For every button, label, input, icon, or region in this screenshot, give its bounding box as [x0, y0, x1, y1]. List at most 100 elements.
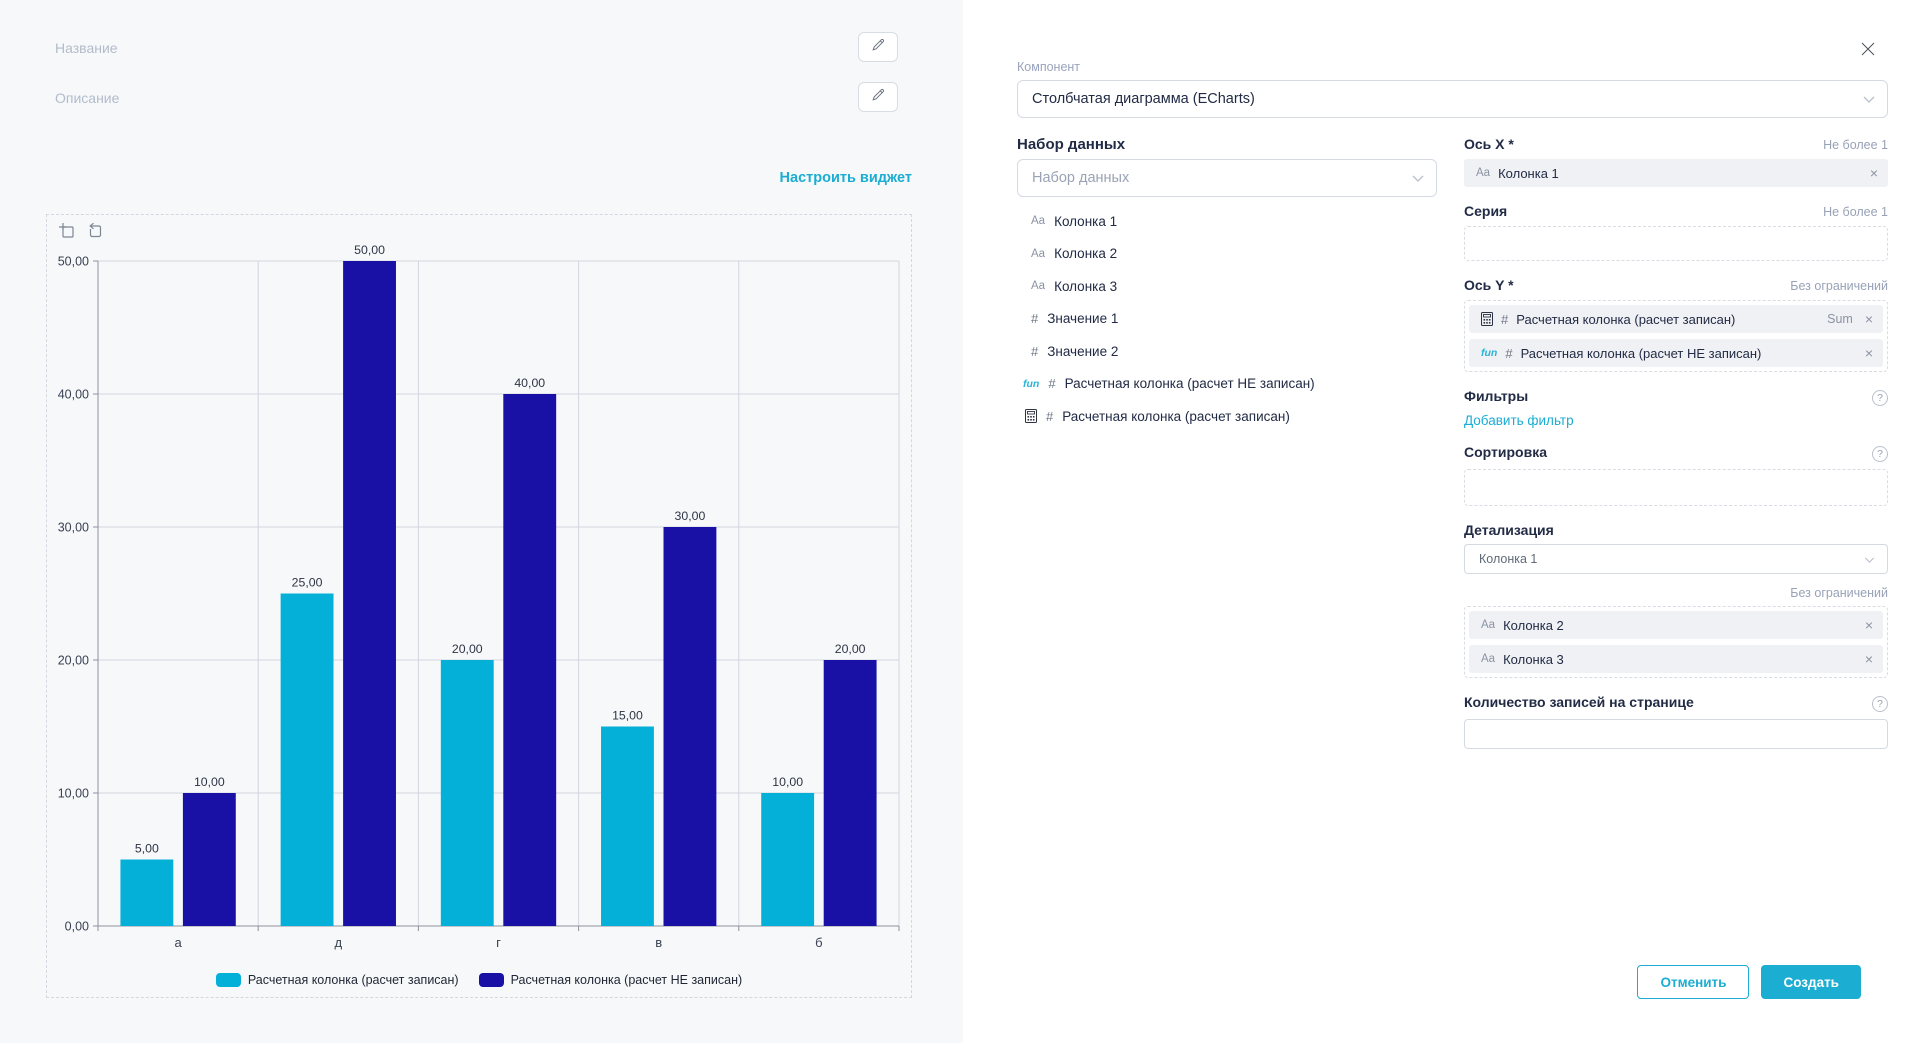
- bar-chart: 0,0010,0020,0030,0040,0050,00адгвб5,0025…: [47, 215, 911, 960]
- add-filter-link[interactable]: Добавить фильтр: [1464, 413, 1574, 428]
- remove-icon[interactable]: ×: [1865, 312, 1873, 326]
- edit-description-button[interactable]: [858, 82, 898, 112]
- pencil-icon: [871, 37, 886, 57]
- dataset-item-column1[interactable]: Aa Колонка 1: [1017, 205, 1437, 238]
- page-size-title: Количество записей на странице: [1464, 694, 1694, 710]
- dataset-item-label: Расчетная колонка (расчет записан): [1062, 409, 1290, 424]
- configure-widget-link[interactable]: Настроить виджет: [780, 170, 912, 186]
- detail-dropzone[interactable]: Aa Колонка 2 × Aa Колонка 3 ×: [1464, 606, 1888, 678]
- svg-text:0,00: 0,00: [65, 920, 89, 934]
- chevron-down-icon: [1863, 91, 1875, 107]
- dataset-select[interactable]: Набор данных: [1017, 159, 1437, 197]
- aggregation-badge[interactable]: Sum: [1827, 312, 1853, 326]
- svg-text:50,00: 50,00: [354, 243, 385, 257]
- detail-chip-column3[interactable]: Aa Колонка 3 ×: [1469, 645, 1883, 673]
- x-axis-title: Ось X *: [1464, 136, 1514, 152]
- dataset-item-label: Расчетная колонка (расчет НЕ записан): [1065, 376, 1315, 391]
- remove-icon[interactable]: ×: [1865, 652, 1873, 666]
- help-icon[interactable]: ?: [1872, 446, 1888, 462]
- component-select-value: Столбчатая диаграмма (ECharts): [1032, 91, 1255, 107]
- close-icon[interactable]: [1859, 40, 1879, 60]
- dataset-item-label: Значение 1: [1047, 311, 1118, 326]
- dataset-item-label: Колонка 3: [1054, 279, 1117, 294]
- widget-preview-panel: Название Описание Настроить виджет: [0, 0, 963, 1043]
- component-label: Компонент: [1017, 60, 1888, 74]
- chart-legend: Расчетная колонка (расчет записан) Расче…: [47, 973, 911, 987]
- chip-label: Колонка 3: [1503, 652, 1857, 667]
- svg-text:15,00: 15,00: [612, 709, 643, 723]
- detail-chip-column2[interactable]: Aa Колонка 2 ×: [1469, 611, 1883, 639]
- text-type-icon: Aa: [1031, 215, 1045, 227]
- svg-text:50,00: 50,00: [58, 255, 89, 269]
- cancel-button[interactable]: Отменить: [1637, 965, 1749, 999]
- chevron-down-icon: [1864, 552, 1875, 566]
- component-select[interactable]: Столбчатая диаграмма (ECharts): [1017, 80, 1888, 118]
- widget-settings-modal: Компонент Столбчатая диаграмма (ECharts)…: [963, 0, 1919, 1043]
- number-type-icon: #: [1031, 344, 1038, 359]
- y-axis-chip-calc-not-written[interactable]: fun # Расчетная колонка (расчет НЕ запис…: [1469, 339, 1883, 367]
- chevron-down-icon: [1412, 170, 1424, 186]
- svg-text:25,00: 25,00: [292, 576, 323, 590]
- x-axis-limit: Не более 1: [1823, 138, 1888, 152]
- svg-text:10,00: 10,00: [194, 775, 225, 789]
- dataset-item-column3[interactable]: Aa Колонка 3: [1017, 270, 1437, 303]
- create-button[interactable]: Создать: [1761, 965, 1861, 999]
- legend-swatch-cyan: [216, 973, 241, 987]
- chart-toolbox: [58, 222, 104, 240]
- calculator-icon: [1025, 409, 1037, 423]
- detail-title: Детализация: [1464, 522, 1554, 538]
- chip-label: Расчетная колонка (расчет НЕ записан): [1521, 346, 1857, 361]
- dataset-item-value2[interactable]: # Значение 2: [1017, 335, 1437, 368]
- dataset-item-calc-not-written[interactable]: fun # Расчетная колонка (расчет НЕ запис…: [1017, 368, 1437, 401]
- edit-name-button[interactable]: [858, 32, 898, 62]
- number-type-icon: #: [1048, 376, 1055, 391]
- legend-label: Расчетная колонка (расчет НЕ записан): [511, 973, 743, 987]
- svg-text:г: г: [496, 935, 501, 950]
- x-axis-chip-column1[interactable]: Aa Колонка 1 ×: [1464, 159, 1888, 187]
- restore-icon[interactable]: [86, 222, 104, 240]
- dataset-item-label: Колонка 1: [1054, 214, 1117, 229]
- data-zoom-icon[interactable]: [58, 222, 76, 240]
- remove-icon[interactable]: ×: [1865, 346, 1873, 360]
- detail-select-value: Колонка 1: [1479, 552, 1537, 566]
- y-axis-dropzone[interactable]: # Расчетная колонка (расчет записан) Sum…: [1464, 300, 1888, 372]
- y-axis-chip-calc-written[interactable]: # Расчетная колонка (расчет записан) Sum…: [1469, 305, 1883, 333]
- chip-label: Колонка 2: [1503, 618, 1857, 633]
- pencil-icon: [871, 87, 886, 107]
- help-icon[interactable]: ?: [1872, 696, 1888, 712]
- svg-text:40,00: 40,00: [58, 388, 89, 402]
- svg-text:20,00: 20,00: [452, 642, 483, 656]
- svg-text:10,00: 10,00: [58, 787, 89, 801]
- text-type-icon: Aa: [1476, 167, 1490, 179]
- remove-icon[interactable]: ×: [1865, 618, 1873, 632]
- svg-text:20,00: 20,00: [58, 654, 89, 668]
- dataset-item-label: Колонка 2: [1054, 246, 1117, 261]
- series-dropzone[interactable]: [1464, 226, 1888, 261]
- sorting-dropzone[interactable]: [1464, 469, 1888, 506]
- help-icon[interactable]: ?: [1872, 390, 1888, 406]
- svg-text:10,00: 10,00: [772, 775, 803, 789]
- series-title: Серия: [1464, 203, 1507, 219]
- dataset-item-column2[interactable]: Aa Колонка 2: [1017, 238, 1437, 271]
- filters-title: Фильтры: [1464, 388, 1528, 404]
- svg-text:5,00: 5,00: [135, 842, 159, 856]
- legend-item-written[interactable]: Расчетная колонка (расчет записан): [216, 973, 459, 987]
- dataset-item-calc-written[interactable]: # Расчетная колонка (расчет записан): [1017, 400, 1437, 433]
- dataset-item-value1[interactable]: # Значение 1: [1017, 303, 1437, 336]
- number-type-icon: #: [1505, 346, 1512, 361]
- function-icon: fun: [1023, 378, 1039, 390]
- description-field-label: Описание: [55, 90, 119, 106]
- dataset-item-label: Значение 2: [1047, 344, 1118, 359]
- remove-icon[interactable]: ×: [1870, 166, 1878, 180]
- legend-item-not-written[interactable]: Расчетная колонка (расчет НЕ записан): [479, 973, 743, 987]
- dataset-select-placeholder: Набор данных: [1032, 170, 1129, 186]
- detail-select[interactable]: Колонка 1: [1464, 544, 1888, 574]
- text-type-icon: Aa: [1481, 619, 1495, 631]
- svg-text:30,00: 30,00: [58, 521, 89, 535]
- page-size-input[interactable]: [1464, 719, 1888, 749]
- number-type-icon: #: [1046, 409, 1053, 424]
- chart-widget: 0,0010,0020,0030,0040,0050,00адгвб5,0025…: [46, 214, 912, 998]
- svg-text:20,00: 20,00: [835, 642, 866, 656]
- function-icon: fun: [1481, 347, 1497, 359]
- text-type-icon: Aa: [1031, 248, 1045, 260]
